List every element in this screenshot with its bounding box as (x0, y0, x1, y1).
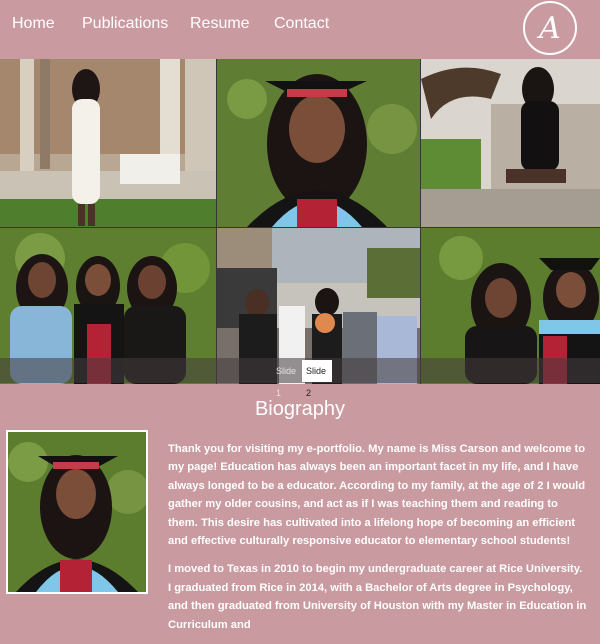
biography-text: Thank you for visiting my e-portfolio. M… (168, 440, 588, 644)
slide-2-button[interactable]: Slide 2 (302, 360, 332, 398)
slide-photo-white-dress (0, 59, 216, 227)
nav-resume-link[interactable]: Resume (190, 15, 250, 33)
biography-paragraph: I moved to Texas in 2010 to begin my und… (168, 563, 587, 631)
slide-1-button[interactable]: Slide 1 (272, 360, 302, 398)
logo-letter: A (536, 11, 561, 46)
photo-slideshow (0, 59, 600, 384)
site-logo[interactable]: A (522, 0, 578, 56)
biography-portrait (6, 430, 148, 594)
nav-publications-link[interactable]: Publications (82, 15, 168, 33)
nav-home-link[interactable]: Home (12, 15, 55, 33)
nav-contact-link[interactable]: Contact (274, 15, 329, 33)
slide-photo-statue (421, 59, 600, 227)
biography-heading: Biography (254, 398, 346, 420)
slide-photo-graduate-portrait (217, 59, 420, 227)
top-navigation: Home Publications Resume Contact A (0, 0, 600, 58)
biography-paragraph: Thank you for visiting my e-portfolio. M… (168, 443, 586, 548)
